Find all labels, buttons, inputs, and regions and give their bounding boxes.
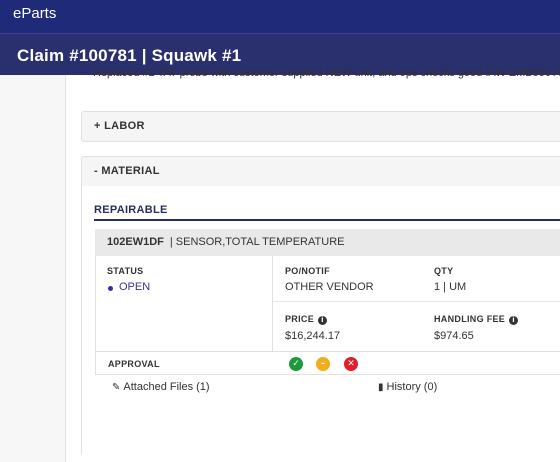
approval-label: APPROVAL (108, 359, 160, 369)
brand-logo[interactable]: eParts (13, 5, 56, 22)
status-label: STATUS (107, 266, 144, 276)
material-panel: - MATERIAL REPAIRABLE 102EW1DF | SENSOR,T… (81, 156, 560, 457)
history-label: History (0) (386, 381, 438, 393)
attached-files-link[interactable]: ✎ Attached Files (1) (112, 381, 210, 393)
repairable-divider (94, 219, 560, 221)
left-sidebar (0, 75, 66, 462)
price-value: $16,244.17 (285, 330, 341, 342)
x-circle-icon: ✕ (347, 359, 355, 369)
main-content: Replaced #2 TAT probe with customer supp… (66, 67, 560, 462)
labor-toggle[interactable]: + LABOR (82, 112, 560, 141)
part-details: PO/NOTIF OTHER VENDOR QTY 1 | UM PRICE i … (273, 256, 560, 351)
price-label-group: PRICE i (285, 314, 328, 325)
book-icon: ▮ (378, 382, 384, 393)
part-description: | SENSOR,TOTAL TEMPERATURE (169, 236, 345, 248)
handling-label-group: HANDLING FEE i (434, 314, 519, 325)
qty-label: QTY (434, 266, 454, 276)
handling-info-icon[interactable]: i (509, 316, 519, 325)
labor-panel: + LABOR (81, 111, 560, 142)
po-label: PO/NOTIF (285, 266, 330, 276)
status-column: STATUS OPEN (95, 256, 273, 351)
price-label: PRICE (285, 314, 315, 324)
part-links: ✎ Attached Files (1) ▮ History (0) (95, 375, 560, 399)
handling-fee-label: HANDLING FEE (434, 314, 506, 324)
page-title: Claim #100781 | Squawk #1 (17, 46, 242, 65)
qty-value: 1 | UM (434, 281, 467, 293)
material-toggle[interactable]: - MATERIAL (82, 157, 560, 187)
part-number: 102EW1DF (107, 236, 164, 248)
status-dot-icon (108, 286, 113, 291)
hold-button[interactable]: – (316, 357, 330, 371)
po-value: OTHER VENDOR (285, 281, 374, 293)
history-link[interactable]: ▮ History (0) (378, 381, 437, 393)
approval-row: APPROVAL ✓ – ✕ (95, 351, 560, 375)
attached-files-label: Attached Files (1) (123, 381, 210, 393)
part-card: 102EW1DF | SENSOR,TOTAL TEMPERATURE STATU… (95, 229, 560, 409)
status-value: OPEN (119, 281, 151, 293)
squawk-notes: Replaced #2 TAT probe with customer supp… (93, 67, 560, 79)
check-circle-icon: ✓ (292, 359, 300, 369)
material-body: REPAIRABLE 102EW1DF | SENSOR,TOTAL TEMPER… (82, 186, 560, 457)
part-header: 102EW1DF | SENSOR,TOTAL TEMPERATURE (95, 229, 560, 256)
minus-circle-icon: – (320, 359, 326, 369)
paperclip-icon: ✎ (112, 382, 121, 393)
reject-button[interactable]: ✕ (344, 357, 358, 371)
repairable-heading: REPAIRABLE (94, 204, 168, 216)
price-info-icon[interactable]: i (318, 316, 328, 325)
approve-button[interactable]: ✓ (289, 357, 303, 371)
handling-fee-value: $974.65 (434, 330, 474, 342)
row-divider (273, 301, 560, 302)
top-navbar: eParts (0, 0, 560, 33)
